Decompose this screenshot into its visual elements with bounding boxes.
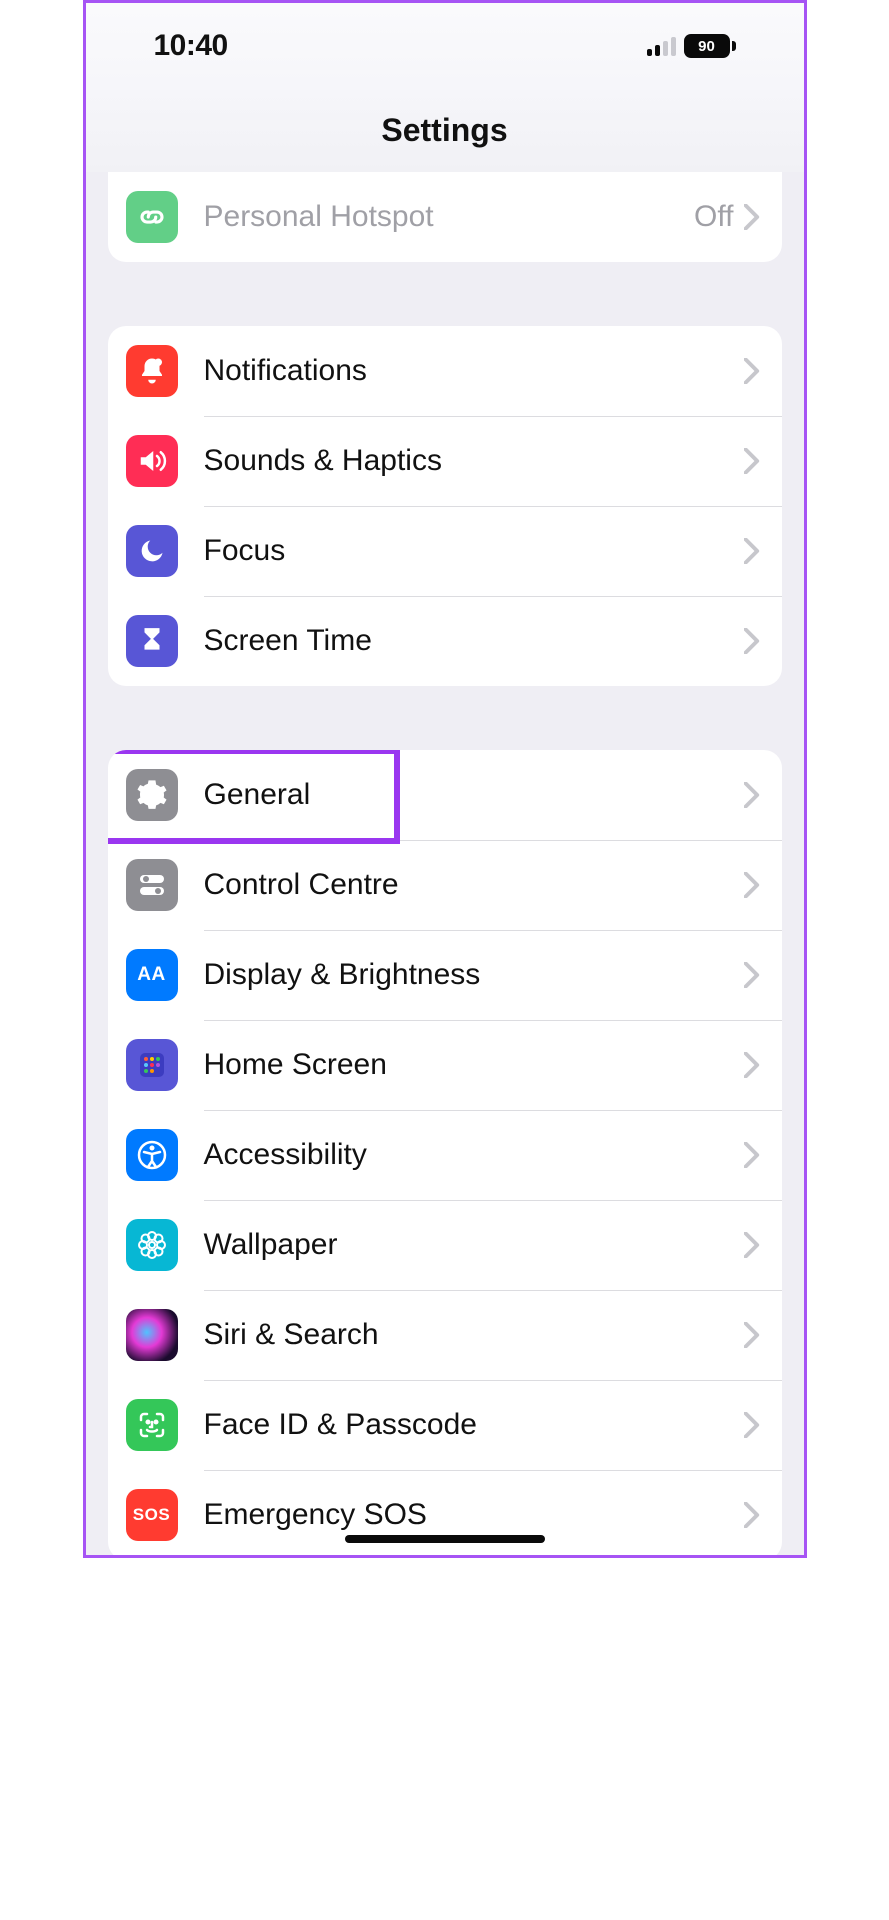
row-label: Focus <box>204 534 744 568</box>
battery-icon: 90 <box>684 34 736 58</box>
status-bar: 10:40 90 <box>86 3 804 89</box>
accessibility-icon <box>126 1129 178 1181</box>
chevron-right-icon <box>744 1412 760 1438</box>
row-label: Wallpaper <box>204 1228 744 1262</box>
status-indicators: 90 <box>647 34 736 58</box>
row-label: Sounds & Haptics <box>204 444 744 478</box>
row-control-centre[interactable]: Control Centre <box>108 840 782 930</box>
icon-text: AA <box>137 964 165 986</box>
page-title: Settings <box>381 112 507 149</box>
hourglass-icon <box>126 615 178 667</box>
chevron-right-icon <box>744 358 760 384</box>
nav-bar: Settings <box>86 89 804 173</box>
row-label: Control Centre <box>204 868 744 902</box>
row-display-brightness[interactable]: AA Display & Brightness <box>108 930 782 1020</box>
row-detail: Off <box>694 200 733 234</box>
chevron-right-icon <box>744 1142 760 1168</box>
flower-icon <box>126 1219 178 1271</box>
row-label: Siri & Search <box>204 1318 744 1352</box>
row-wallpaper[interactable]: Wallpaper <box>108 1200 782 1290</box>
toggles-icon <box>126 859 178 911</box>
chevron-right-icon <box>744 538 760 564</box>
icon-text: SOS <box>133 1505 170 1525</box>
link-icon <box>126 191 178 243</box>
sos-icon: SOS <box>126 1489 178 1541</box>
row-label: General <box>204 778 744 812</box>
siri-icon <box>126 1309 178 1361</box>
chevron-right-icon <box>744 1232 760 1258</box>
speaker-icon <box>126 435 178 487</box>
cellular-signal-icon <box>647 36 676 56</box>
chevron-right-icon <box>744 1052 760 1078</box>
chevron-right-icon <box>744 1502 760 1528</box>
settings-group-network-tail: Personal Hotspot Off <box>108 172 782 262</box>
apps-grid-icon <box>126 1039 178 1091</box>
gear-icon <box>126 769 178 821</box>
row-personal-hotspot[interactable]: Personal Hotspot Off <box>108 172 782 262</box>
row-focus[interactable]: Focus <box>108 506 782 596</box>
face-id-icon <box>126 1399 178 1451</box>
device-frame: 10:40 90 Settings <box>83 0 807 1558</box>
row-face-id-passcode[interactable]: Face ID & Passcode <box>108 1380 782 1470</box>
home-indicator[interactable] <box>345 1535 545 1543</box>
chevron-right-icon <box>744 628 760 654</box>
chevron-right-icon <box>744 448 760 474</box>
row-label: Display & Brightness <box>204 958 744 992</box>
chevron-right-icon <box>744 1322 760 1348</box>
row-label: Personal Hotspot <box>204 200 695 234</box>
settings-group-alerts: Notifications Sounds & Haptics Focus <box>108 326 782 686</box>
chevron-right-icon <box>744 782 760 808</box>
row-label: Screen Time <box>204 624 744 658</box>
row-emergency-sos[interactable]: SOS Emergency SOS <box>108 1470 782 1558</box>
row-sounds-haptics[interactable]: Sounds & Haptics <box>108 416 782 506</box>
row-siri-search[interactable]: Siri & Search <box>108 1290 782 1380</box>
row-label: Home Screen <box>204 1048 744 1082</box>
bell-icon <box>126 345 178 397</box>
row-label: Accessibility <box>204 1138 744 1172</box>
chevron-right-icon <box>744 872 760 898</box>
moon-icon <box>126 525 178 577</box>
status-time: 10:40 <box>154 29 228 63</box>
chevron-right-icon <box>744 204 760 230</box>
row-screen-time[interactable]: Screen Time <box>108 596 782 686</box>
text-size-icon: AA <box>126 949 178 1001</box>
row-general[interactable]: General <box>108 750 782 840</box>
row-home-screen[interactable]: Home Screen <box>108 1020 782 1110</box>
row-label: Notifications <box>204 354 744 388</box>
chevron-right-icon <box>744 962 760 988</box>
settings-scroll[interactable]: Personal Hotspot Off Notifications <box>86 172 804 1558</box>
row-label: Face ID & Passcode <box>204 1408 744 1442</box>
row-notifications[interactable]: Notifications <box>108 326 782 416</box>
row-accessibility[interactable]: Accessibility <box>108 1110 782 1200</box>
row-label: Emergency SOS <box>204 1498 744 1532</box>
settings-group-device: General Control Centre AA Display & Brig… <box>108 750 782 1558</box>
